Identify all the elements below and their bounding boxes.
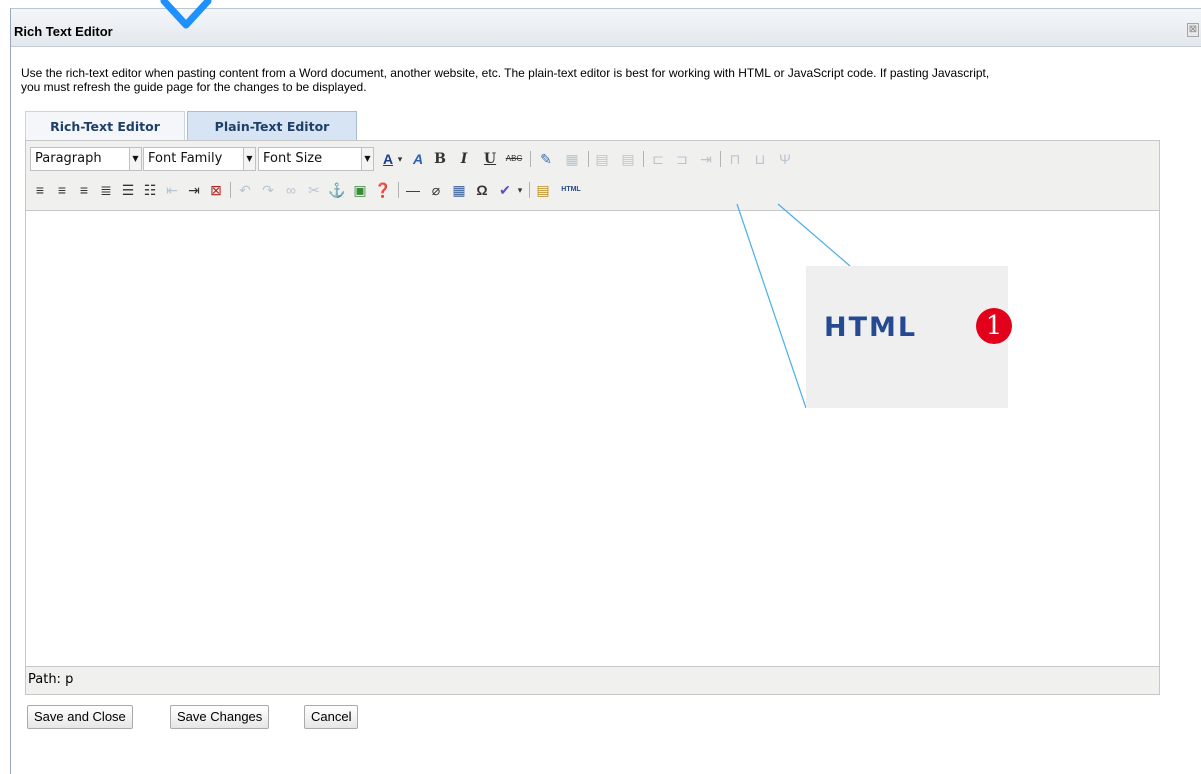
align-left-icon[interactable]: ≡ <box>30 179 50 201</box>
format-select-value: Paragraph <box>35 151 102 166</box>
tab-rich-text-editor[interactable]: Rich-Text Editor <box>25 111 185 141</box>
toolbar-row-2: ≡ ≡ ≡ ≣ ☰ ☷ ⇤ ⇥ ⊠ ↶ ↷ ∞ ✂ ⚓ ▣ ❓ — ⌀ ▦ Ω … <box>30 178 1150 204</box>
format-select[interactable]: Paragraph ▼ <box>30 147 142 171</box>
toolbar-separator <box>398 182 399 198</box>
paste-word-icon[interactable]: ▤ <box>533 179 553 201</box>
bold-icon[interactable]: B <box>430 148 450 170</box>
font-size-select-value: Font Size <box>263 151 323 166</box>
indent-icon[interactable]: ⇥ <box>184 179 204 201</box>
editor-toolbar: Paragraph ▼ Font Family ▼ Font Size ▼ A … <box>26 141 1159 211</box>
highlight-color-icon[interactable]: A <box>408 148 428 170</box>
italic-icon[interactable]: I <box>454 148 474 170</box>
col-insert-after-icon[interactable]: ⊐ <box>672 148 692 170</box>
intro-text: Use the rich-text editor when pasting co… <box>21 66 1201 94</box>
split-cell-icon[interactable]: Ψ <box>775 148 795 170</box>
editor-frame: Paragraph ▼ Font Family ▼ Font Size ▼ A … <box>25 140 1160 695</box>
table-icon[interactable]: ▦ <box>449 179 469 201</box>
toolbar-separator <box>588 151 589 167</box>
toolbar-separator <box>529 182 530 198</box>
tab-plain-text-editor[interactable]: Plain-Text Editor <box>187 111 357 141</box>
dialog-title: Rich Text Editor <box>14 24 113 39</box>
strikethrough-icon[interactable]: ABC <box>504 148 524 170</box>
spellcheck-icon[interactable]: ✔ <box>495 179 515 201</box>
split-cells-icon[interactable]: ⊔ <box>750 148 770 170</box>
chevron-down-icon: ▼ <box>243 148 255 170</box>
align-center-icon[interactable]: ≡ <box>52 179 72 201</box>
hr-icon[interactable]: — <box>403 179 423 201</box>
row-insert-icon[interactable]: ▤ <box>592 148 612 170</box>
chevron-down-icon[interactable]: ▾ <box>395 148 405 170</box>
help-icon[interactable]: ❓ <box>373 179 393 201</box>
edit-icon[interactable]: ✎ <box>536 148 556 170</box>
merge-cells-icon[interactable]: ⊓ <box>725 148 745 170</box>
callout-label: HTML <box>824 312 918 343</box>
save-changes-button[interactable]: Save Changes <box>170 705 270 729</box>
status-path: Path: p <box>28 672 74 687</box>
save-and-close-button[interactable]: Save and Close <box>27 705 133 729</box>
toolbar-separator <box>720 151 721 167</box>
numbered-list-icon[interactable]: ☷ <box>140 179 160 201</box>
table-props-icon[interactable]: ▦ <box>562 148 582 170</box>
col-delete-icon[interactable]: ⇥ <box>696 148 716 170</box>
cancel-button[interactable]: Cancel <box>304 705 359 729</box>
align-right-icon[interactable]: ≡ <box>74 179 94 201</box>
bullet-list-icon[interactable]: ☰ <box>118 179 138 201</box>
font-family-select[interactable]: Font Family ▼ <box>143 147 256 171</box>
toolbar-row-1: Paragraph ▼ Font Family ▼ Font Size ▼ A … <box>30 147 1150 173</box>
editor-statusbar: Path: p <box>26 666 1159 694</box>
underline-icon[interactable]: U <box>480 148 500 170</box>
undo-icon[interactable]: ↶ <box>235 179 255 201</box>
special-char-icon[interactable]: Ω <box>472 179 492 201</box>
anchor-icon[interactable]: ⚓ <box>327 179 347 201</box>
chevron-down-icon[interactable]: ▾ <box>515 179 525 201</box>
col-insert-before-icon[interactable]: ⊏ <box>648 148 668 170</box>
html-source-icon[interactable]: HTML <box>556 179 586 201</box>
unlink-icon[interactable]: ✂ <box>304 179 324 201</box>
row-delete-icon[interactable]: ▤ <box>618 148 638 170</box>
outdent-icon[interactable]: ⇤ <box>162 179 182 201</box>
redo-icon[interactable]: ↷ <box>258 179 278 201</box>
intro-line: Use the rich-text editor when pasting co… <box>21 66 990 80</box>
intro-line: you must refresh the guide page for the … <box>21 80 367 94</box>
justify-icon[interactable]: ≣ <box>96 179 116 201</box>
remove-format-icon[interactable]: ⊠ <box>206 179 226 201</box>
close-icon[interactable]: ⊠ <box>1187 23 1199 37</box>
font-family-select-value: Font Family <box>148 151 223 166</box>
toolbar-separator <box>530 151 531 167</box>
cleanup-icon[interactable]: ⌀ <box>426 179 446 201</box>
step-badge: 1 <box>976 308 1012 344</box>
link-icon[interactable]: ∞ <box>281 179 301 201</box>
chevron-down-icon: ▼ <box>129 148 141 170</box>
toolbar-separator <box>230 182 231 198</box>
font-size-select[interactable]: Font Size ▼ <box>258 147 374 171</box>
image-icon[interactable]: ▣ <box>350 179 370 201</box>
html-callout: HTML 1 <box>806 266 1012 408</box>
toolbar-separator <box>643 151 644 167</box>
chevron-down-icon <box>160 0 212 29</box>
chevron-down-icon: ▼ <box>361 148 373 170</box>
